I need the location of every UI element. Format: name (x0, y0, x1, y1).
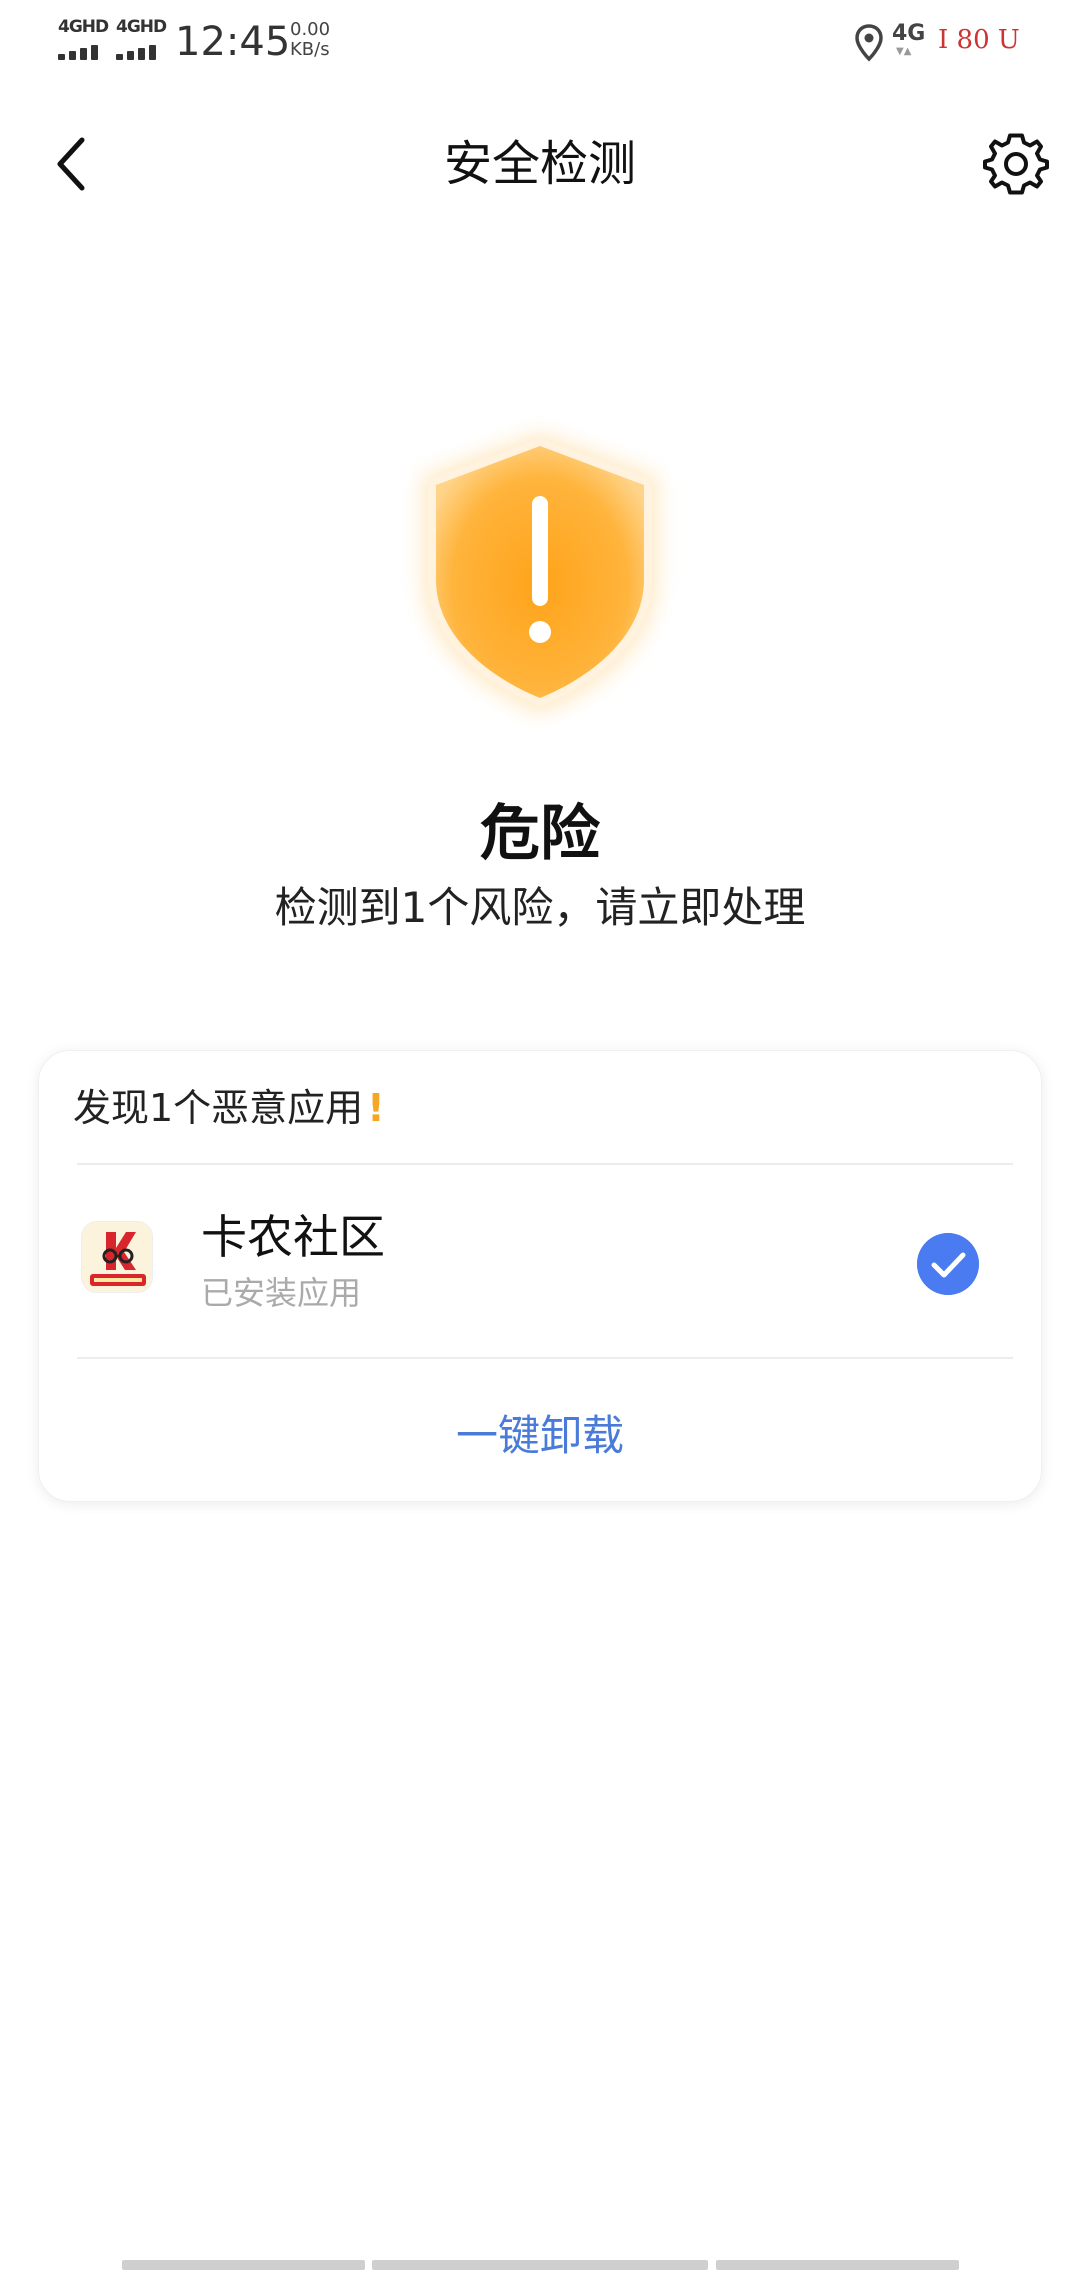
network-speed-unit: KB/s (290, 39, 330, 60)
app-select-checkbox[interactable] (917, 1233, 979, 1295)
malicious-app-card: 发现1个恶意应用! 卡农社区 已安装应用 一键卸载 (38, 1050, 1042, 1502)
network-speed-value: 0.00 (290, 19, 331, 40)
sim2-label: 4GHD (116, 17, 167, 37)
settings-button[interactable] (982, 130, 1050, 198)
sim1-label: 4GHD (58, 17, 109, 37)
page-title: 安全检测 (443, 136, 636, 192)
risk-level: 危险 (480, 799, 600, 869)
location-icon (855, 24, 883, 62)
app-list-item[interactable]: 卡农社区 已安装应用 (39, 1161, 1041, 1351)
app-name: 卡农社区 (201, 1210, 385, 1264)
sim2-signal-icon: 4GHD (116, 17, 167, 60)
nav-bar-segment (122, 2260, 365, 2270)
card-header: 发现1个恶意应用! (73, 1081, 385, 1135)
danger-shield-icon (422, 432, 658, 714)
risk-description: 检测到1个风险，请立即处理 (274, 883, 806, 932)
network-speed: 0.00 KB/s (290, 20, 360, 60)
sim1-signal-icon: 4GHD (58, 17, 109, 60)
one-click-uninstall-button[interactable]: 一键卸载 (39, 1391, 1041, 1481)
nav-bar-segment (716, 2260, 959, 2270)
network-type: 4G (892, 21, 926, 46)
gear-icon (983, 133, 1049, 195)
clock: 12:45 (175, 19, 291, 65)
data-activity-icon: ▼▲ (896, 46, 912, 57)
nav-bar-segment (372, 2260, 708, 2270)
card-header-text: 发现1个恶意应用 (73, 1086, 364, 1130)
warning-mark: ! (367, 1086, 385, 1130)
title-bar: 安全检测 (0, 104, 1080, 224)
app-status: 已安装应用 (201, 1274, 362, 1312)
divider (77, 1357, 1013, 1359)
status-bar: 4GHD 4GHD 12:45 0.00 KB/s 4G ▼▲ I 80 U (0, 0, 1080, 84)
kanong-app-icon (81, 1221, 153, 1293)
checkmark-icon (917, 1233, 979, 1295)
battery-status: I 80 U (938, 25, 1020, 55)
